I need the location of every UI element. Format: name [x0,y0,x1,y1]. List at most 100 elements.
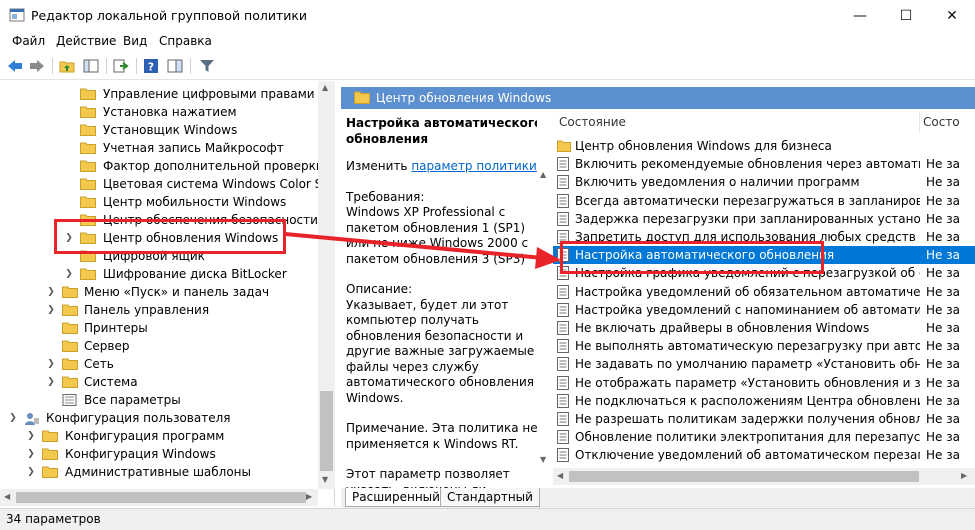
scroll-up-icon[interactable]: ▲ [540,170,546,179]
tree-item-label: Сервер [84,339,130,353]
menu-action[interactable]: Действие [56,34,116,48]
tree-item-label: Сеть [84,357,114,371]
policy-row[interactable]: Включить рекомендуемые обновления через … [553,155,975,173]
column-divider[interactable] [919,112,920,132]
tree-item-label: Конфигурация программ [65,429,225,443]
policy-row-state: Не за [926,230,960,244]
maximize-button[interactable]: ☐ [883,0,929,31]
chevron-right-icon[interactable]: ❯ [26,463,36,481]
menu-file[interactable]: Файл [12,34,45,48]
policy-row[interactable]: Всегда автоматически перезагружаться в з… [553,192,975,210]
policy-row[interactable]: Настройка уведомлений с напоминанием об … [553,301,975,319]
folder-icon [80,88,96,100]
policy-description-pane: Настройка автоматического обновления Изм… [341,110,549,488]
console-tree-icon [83,59,99,73]
policy-row[interactable]: Включить уведомления о наличии программ Н… [553,173,975,191]
show-action-pane-button[interactable] [166,57,184,75]
scroll-thumb[interactable] [320,391,333,471]
menu-help[interactable]: Справка [159,34,212,48]
folder-icon [62,376,78,388]
description-label: Описание: [346,282,413,296]
help-button[interactable]: ? [142,57,160,75]
minimize-button[interactable]: — [837,0,883,31]
forward-arrow-icon [30,60,44,72]
chevron-right-icon[interactable]: ❯ [46,373,56,391]
tree-item-label: Цветовая система Windows Color System [103,177,335,191]
scroll-thumb[interactable] [16,492,306,503]
policy-row[interactable]: Не задавать по умолчанию параметр «Устан… [553,355,975,373]
chevron-right-icon[interactable]: ❯ [46,355,56,373]
list-horizontal-scrollbar[interactable]: ◀ ▶ [553,468,975,485]
policy-row[interactable]: Не отображать параметр «Установить обнов… [553,374,975,392]
folder-icon [62,322,78,334]
maximize-icon: ☐ [899,7,913,24]
tree-vertical-scrollbar[interactable]: ▲ ▼ [318,81,335,489]
policy-row[interactable]: Обновление политики электропитания для п… [553,428,975,446]
scroll-thumb[interactable] [569,471,919,482]
tab-standard[interactable]: Стандартный [440,488,540,507]
edit-policy-link[interactable]: параметр политики [411,159,537,173]
policy-row[interactable]: Не разрешать политикам задержки получени… [553,410,975,428]
tree-item-label: Конфигурация пользователя [46,411,231,425]
policy-setting-icon [557,175,569,190]
policy-row-state: Не за [926,393,960,408]
chevron-right-icon[interactable]: ❯ [26,427,36,445]
chevron-right-icon[interactable]: ❯ [64,265,74,283]
window-title: Редактор локальной групповой политики [31,8,308,23]
policy-row[interactable]: Задержка перезагрузки при запланированны… [553,210,975,228]
close-button[interactable]: ✕ [929,0,975,31]
policy-row[interactable]: Отключение уведомлений об автоматическом… [553,446,975,464]
tree-item-label: Меню «Пуск» и панель задач [84,285,270,299]
column-header-name[interactable]: Состояние [559,110,626,134]
policy-row-state: Не за [926,412,960,426]
policy-row-name: Задержка перезагрузки при запланированны… [575,211,920,226]
tree-item-label: Принтеры [84,321,148,335]
policy-row-state: Не за [926,175,960,190]
export-list-button[interactable] [112,57,130,75]
scroll-right-icon[interactable]: ▶ [306,492,312,501]
column-header-state[interactable]: Состо [923,110,960,134]
scroll-left-icon[interactable]: ◀ [557,471,563,480]
policy-setting-icon [557,357,569,372]
back-button[interactable] [6,57,24,75]
policy-row[interactable]: Не выполнять автоматическую перезагрузку… [553,337,975,355]
tree-horizontal-scrollbar[interactable]: ◀ ▶ [0,489,318,506]
menu-view[interactable]: Вид [123,34,147,48]
chevron-down-icon[interactable]: ❯ [8,409,18,427]
folder-icon [62,340,78,352]
policy-row[interactable]: Настройка уведомлений об обязательном ав… [553,283,975,301]
details-header-title: Центр обновления Windows [376,91,552,105]
policy-row[interactable]: Не подключаться к расположениям Центра о… [553,392,975,410]
svg-text:?: ? [148,61,154,74]
annotation-arrow [285,232,561,269]
policy-row[interactable]: Центр обновления Windows для бизнеса [553,137,975,155]
policy-setting-icon [557,393,569,408]
description-scrollbar[interactable]: ▲ ▼ [537,110,552,468]
scroll-up-icon[interactable]: ▲ [322,83,328,92]
tab-extended[interactable]: Расширенный [345,488,447,507]
scroll-down-icon[interactable]: ▼ [540,455,546,464]
back-arrow-icon [8,60,22,72]
policy-row[interactable]: Не включать драйверы в обновления Window… [553,319,975,337]
edit-policy-line: Изменить параметр политики [346,159,545,175]
scroll-left-icon[interactable]: ◀ [4,492,10,501]
forward-button[interactable] [28,57,46,75]
edit-prefix: Изменить [346,159,412,173]
chevron-right-icon[interactable]: ❯ [46,283,56,301]
policy-row-state: Не за [926,339,960,354]
policy-row-state: Не за [926,193,960,208]
policy-row-name: Не задавать по умолчанию параметр «Устан… [575,357,920,372]
policy-row-name: Не подключаться к расположениям Центра о… [575,393,920,408]
scroll-down-icon[interactable]: ▼ [322,475,328,484]
details-header: Центр обновления Windows [341,87,975,109]
chevron-right-icon[interactable]: ❯ [26,445,36,463]
filter-button[interactable] [198,57,216,75]
chevron-right-icon[interactable]: ❯ [46,301,56,319]
tree-item-label: Система [84,375,138,389]
scroll-right-icon[interactable]: ▶ [961,471,967,480]
tree-item-label: Установка нажатием [103,105,237,119]
show-tree-button[interactable] [82,57,100,75]
policy-row-name: Не включать драйверы в обновления Window… [575,321,870,335]
folder-icon [42,448,58,460]
up-folder-button[interactable] [58,57,76,75]
